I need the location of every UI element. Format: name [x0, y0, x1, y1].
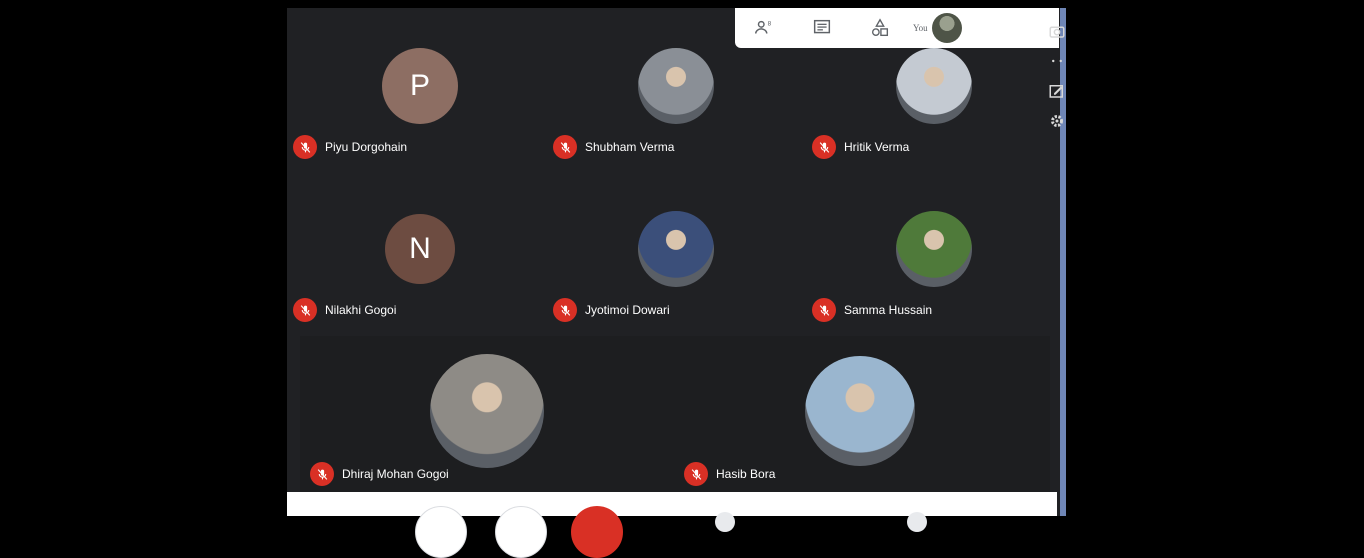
camera-button[interactable] — [495, 506, 547, 558]
participant-name: Dhiraj Mohan Gogoi — [342, 467, 449, 481]
avatar: N — [385, 214, 455, 284]
avatar — [896, 48, 972, 124]
present-icon[interactable] — [907, 512, 927, 532]
avatar — [638, 48, 714, 124]
participant-name-row: Hritik Verma — [812, 135, 909, 159]
svg-text:8: 8 — [768, 20, 772, 27]
participant-name-row: Jyotimoi Dowari — [553, 298, 670, 322]
microphone-muted-icon — [812, 298, 836, 322]
avatar — [805, 356, 915, 466]
participant-name-row: Hasib Bora — [684, 462, 775, 486]
edit-icon[interactable] — [1046, 80, 1068, 102]
avatar: P — [382, 48, 458, 124]
avatar — [896, 211, 972, 287]
chat-icon[interactable] — [793, 8, 851, 48]
microphone-muted-icon — [293, 135, 317, 159]
microphone-muted-icon — [293, 298, 317, 322]
participants-icon[interactable]: 8 — [735, 8, 793, 48]
meeting-stage: 8 You P Piyu Dorgohain Shubham Verma Hritik… — [287, 8, 1063, 516]
avatar-initial: N — [409, 232, 431, 265]
avatar — [430, 354, 544, 468]
meeting-controls-bar — [287, 492, 1057, 558]
avatar-initial: P — [409, 69, 430, 102]
microphone-muted-icon — [812, 135, 836, 159]
participant-name: Samma Hussain — [844, 303, 933, 317]
microphone-muted-icon — [684, 462, 708, 486]
microphone-muted-icon — [553, 298, 577, 322]
participant-name-row: Piyu Dorgohain — [293, 135, 407, 159]
microphone-button[interactable] — [415, 506, 467, 558]
captions-icon[interactable] — [715, 512, 735, 532]
participant-name: Hasib Bora — [716, 467, 776, 481]
participant-name: Jyotimoi Dowari — [585, 303, 670, 317]
participant-name-row: Samma Hussain — [812, 298, 932, 322]
leave-call-button[interactable] — [571, 506, 623, 558]
meeting-top-bar: 8 You — [735, 8, 1059, 48]
self-view[interactable]: You — [913, 13, 962, 43]
microphone-muted-icon — [553, 135, 577, 159]
activities-icon[interactable] — [851, 8, 909, 48]
you-label: You — [913, 23, 928, 33]
participant-name: Hritik Verma — [844, 140, 910, 154]
participant-name-row: Shubham Verma — [553, 135, 674, 159]
participant-name-row: Dhiraj Mohan Gogoi — [310, 462, 449, 486]
side-toolbar — [1046, 20, 1072, 140]
participant-name: Piyu Dorgohain — [325, 140, 408, 154]
participant-name: Shubham Verma — [585, 140, 675, 154]
gear-icon[interactable] — [1046, 110, 1068, 132]
avatar — [931, 13, 962, 43]
camera-icon[interactable] — [1046, 20, 1068, 42]
participant-name: Nilakhi Gogoi — [325, 303, 397, 317]
avatar — [638, 211, 714, 287]
more-options-icon[interactable] — [1046, 50, 1068, 72]
participant-name-row: Nilakhi Gogoi — [293, 298, 396, 322]
microphone-muted-icon — [310, 462, 334, 486]
